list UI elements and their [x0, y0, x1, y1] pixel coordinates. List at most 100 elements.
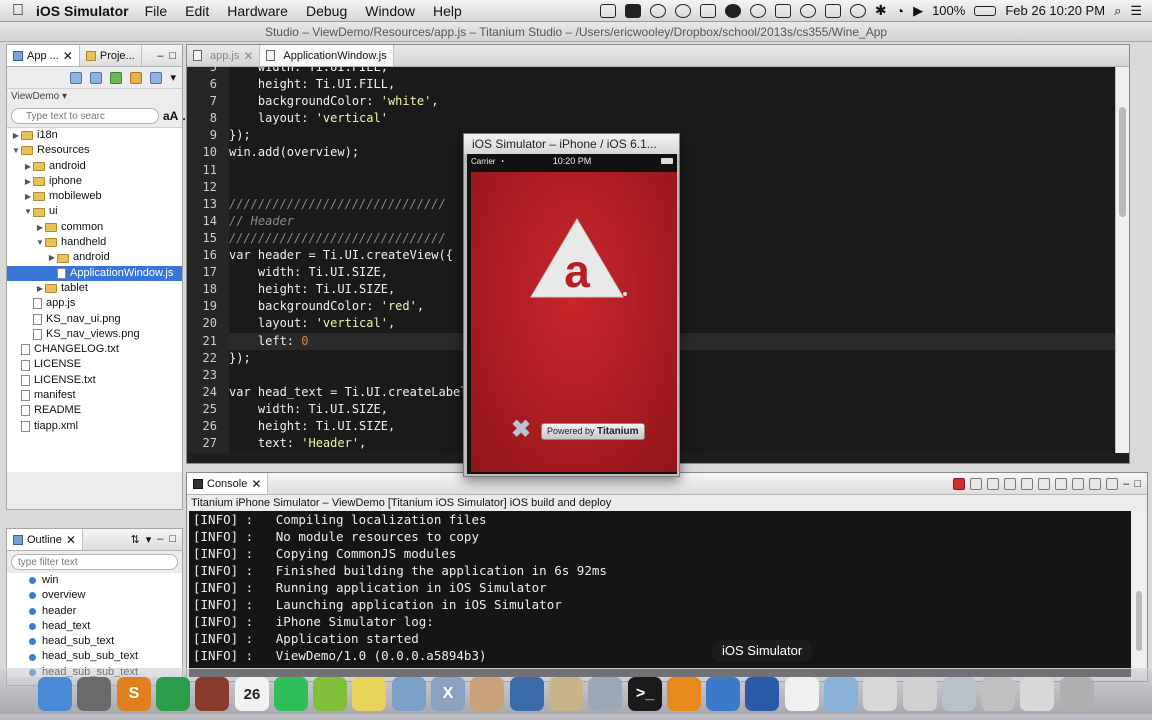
tree-item[interactable]: ▼ Resources	[7, 143, 182, 158]
code-line[interactable]: layout: 'vertical'	[229, 110, 1115, 127]
tree-item[interactable]: tiapp.xml	[7, 419, 182, 434]
menu-debug[interactable]: Debug	[306, 3, 347, 19]
mail-icon[interactable]	[195, 677, 229, 711]
terminal-status-icon[interactable]	[624, 3, 641, 18]
notification-center-icon[interactable]: ☰	[1130, 3, 1142, 19]
code-line[interactable]: backgroundColor: 'white',	[229, 93, 1115, 110]
tab-outline[interactable]: Outline ✕	[7, 529, 83, 550]
disclosure-arrow-icon[interactable]: ▶	[11, 128, 21, 143]
code-line[interactable]: width: Ti.UI.FILL,	[229, 67, 1115, 76]
disclosure-arrow-icon[interactable]: ▶	[47, 250, 57, 265]
chevron-down-icon[interactable]: ▾	[170, 71, 176, 84]
dropbox-icon[interactable]	[699, 3, 716, 18]
disclosure-arrow-icon[interactable]: ▼	[35, 235, 45, 250]
spotlight-icon[interactable]: ⌕	[1114, 3, 1121, 19]
documents-icon[interactable]	[903, 677, 937, 711]
tree-item[interactable]: CHANGELOG.txt	[7, 342, 182, 357]
tree-item[interactable]: LICENSE	[7, 357, 182, 372]
case-sensitive-toggle[interactable]: aA	[163, 109, 178, 123]
apple-menu-icon[interactable]: 	[0, 2, 36, 20]
menu-window[interactable]: Window	[365, 3, 415, 19]
tree-item[interactable]: README	[7, 403, 182, 418]
outline-item[interactable]: header	[7, 604, 182, 619]
project-selector[interactable]: ViewDemo ▾	[7, 89, 182, 105]
scrollbar-thumb[interactable]	[1136, 591, 1142, 651]
view-menu-icon[interactable]	[1106, 477, 1119, 490]
disclosure-arrow-icon[interactable]: ▶	[35, 220, 45, 235]
remove-launch-icon[interactable]	[970, 477, 983, 490]
sort-icon[interactable]: ⇅	[130, 533, 139, 546]
outline-item[interactable]: head_sub_text	[7, 634, 182, 649]
display-console-icon[interactable]	[1072, 477, 1085, 490]
tree-item[interactable]: KS_nav_ui.png	[7, 312, 182, 327]
folder-icon[interactable]	[824, 677, 858, 711]
screenshots-icon[interactable]	[942, 677, 976, 711]
ios-simulator-icon[interactable]	[745, 677, 779, 711]
terminal-icon[interactable]: >_	[628, 677, 662, 711]
outline-item[interactable]: overview	[7, 588, 182, 603]
chevron-down-icon[interactable]: ▾	[146, 533, 152, 546]
tree-item[interactable]: ApplicationWindow.js	[7, 265, 182, 281]
battery-icon[interactable]	[974, 5, 997, 16]
android-icon[interactable]	[313, 677, 347, 711]
mail-folder-icon[interactable]	[863, 677, 897, 711]
disclosure-arrow-icon[interactable]: ▶	[35, 281, 45, 296]
menu-file[interactable]: File	[145, 3, 168, 19]
tree-item[interactable]: app.js	[7, 296, 182, 311]
maximize-icon[interactable]: □	[169, 533, 176, 546]
tree-item[interactable]: ▼ ui	[7, 204, 182, 219]
run-icon[interactable]	[110, 71, 123, 84]
outline-item[interactable]: win	[7, 573, 182, 588]
minimize-icon[interactable]: –	[1123, 478, 1129, 490]
simulator-title[interactable]: iOS Simulator – iPhone / iOS 6.1...	[464, 134, 679, 154]
disclosure-arrow-icon[interactable]: ▼	[11, 143, 21, 158]
tree-item[interactable]: ▶ iphone	[7, 174, 182, 189]
console-output[interactable]: [INFO] : Compiling localization files [IN…	[189, 511, 1131, 677]
debug-icon[interactable]	[150, 71, 163, 84]
clear-console-icon[interactable]	[987, 477, 1000, 490]
launchpad-icon[interactable]	[77, 677, 111, 711]
network-icon[interactable]	[706, 677, 740, 711]
database-icon[interactable]	[549, 677, 583, 711]
tree-item[interactable]: ▶ i18n	[7, 128, 182, 143]
maximize-icon[interactable]: □	[1134, 478, 1141, 490]
outline-item[interactable]: head_sub_sub_text	[7, 649, 182, 664]
tree-item[interactable]: manifest	[7, 388, 182, 403]
tree-item[interactable]: KS_nav_views.png	[7, 327, 182, 342]
tree-item[interactable]: LICENSE.txt	[7, 373, 182, 388]
link-editor-icon[interactable]	[90, 71, 103, 84]
disclosure-arrow-icon[interactable]: ▶	[23, 159, 33, 174]
close-icon[interactable]: ✕	[63, 49, 73, 63]
tree-item[interactable]: ▶ android	[7, 250, 182, 265]
pin-console-icon[interactable]	[1055, 477, 1068, 490]
tab-project-explorer[interactable]: Proje...	[80, 45, 142, 66]
close-icon[interactable]: ✕	[243, 49, 253, 63]
sync-icon[interactable]	[749, 3, 766, 18]
minimize-icon[interactable]: –	[157, 50, 163, 62]
battery-text[interactable]: 100%	[932, 3, 965, 18]
editor-vertical-scrollbar[interactable]	[1115, 67, 1129, 453]
vlc-icon[interactable]	[667, 677, 701, 711]
user-app-icon[interactable]	[470, 677, 504, 711]
calendar-icon[interactable]: 26	[235, 677, 269, 711]
sublime-icon[interactable]: S	[117, 677, 151, 711]
tree-item[interactable]: ▶ tablet	[7, 281, 182, 296]
mirror-icon[interactable]	[824, 3, 841, 18]
share-icon[interactable]	[674, 3, 691, 18]
collapse-all-icon[interactable]	[70, 71, 83, 84]
outline-item[interactable]: head_text	[7, 619, 182, 634]
gamepad-icon[interactable]	[599, 3, 616, 18]
tab-app-explorer[interactable]: App ... ✕	[7, 45, 80, 66]
scrollbar-thumb[interactable]	[1119, 107, 1126, 217]
cloud-icon[interactable]	[724, 3, 741, 18]
facetime-icon[interactable]	[274, 677, 308, 711]
terminate-icon[interactable]	[953, 477, 966, 490]
explorer-search-input[interactable]	[11, 108, 159, 124]
close-icon[interactable]: ✕	[66, 533, 76, 547]
window-icon[interactable]	[774, 3, 791, 18]
photos-icon[interactable]	[588, 677, 622, 711]
deploy-icon[interactable]	[130, 71, 143, 84]
downloads-icon[interactable]	[1020, 677, 1054, 711]
word-wrap-icon[interactable]	[1021, 477, 1034, 490]
time-machine-icon[interactable]	[849, 3, 866, 18]
